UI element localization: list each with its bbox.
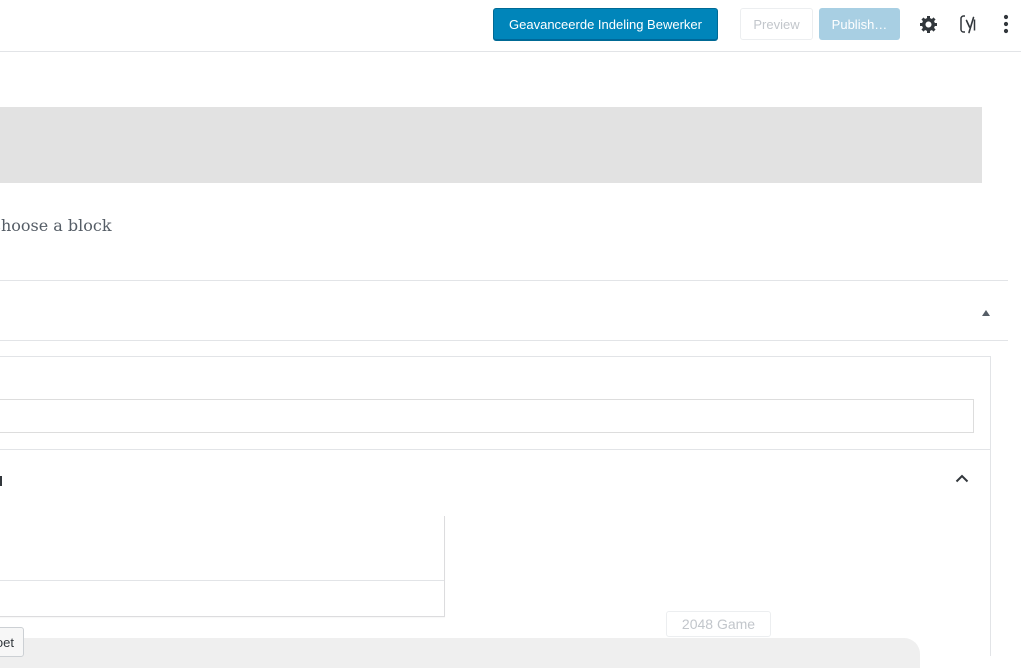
section-collapse-toggle[interactable] xyxy=(952,469,972,487)
meta-box-text-input[interactable] xyxy=(0,399,974,433)
publish-button[interactable]: Publish… xyxy=(819,8,900,40)
bottom-content-strip xyxy=(0,638,920,668)
truncated-label-glyph xyxy=(0,476,2,486)
advanced-layout-editor-button[interactable]: Geavanceerde Indeling Bewerker xyxy=(493,8,718,41)
editor-header-toolbar: Geavanceerde Indeling Bewerker Preview P… xyxy=(0,0,1021,52)
chevron-up-icon xyxy=(955,474,969,482)
nested-options-box xyxy=(0,516,445,617)
gear-icon xyxy=(920,16,937,33)
more-vertical-icon xyxy=(1003,14,1009,34)
meta-panel-top-border xyxy=(0,280,1008,281)
more-options-button[interactable] xyxy=(992,10,1020,38)
meta-box-divider xyxy=(0,449,990,450)
yoast-icon xyxy=(960,15,976,34)
game-tooltip: 2048 Game xyxy=(666,611,771,637)
nested-box-divider xyxy=(0,580,444,581)
meta-panel-header-border xyxy=(0,340,1008,341)
triangle-up-icon xyxy=(982,310,990,316)
preview-button[interactable]: Preview xyxy=(740,8,813,40)
settings-button[interactable] xyxy=(915,10,943,38)
partial-button[interactable]: oet xyxy=(0,627,24,657)
post-title-placeholder[interactable] xyxy=(0,107,982,183)
panel-collapse-toggle[interactable] xyxy=(979,306,993,320)
block-appender-prompt[interactable]: choose a block xyxy=(0,216,112,235)
yoast-seo-button[interactable] xyxy=(955,10,983,38)
